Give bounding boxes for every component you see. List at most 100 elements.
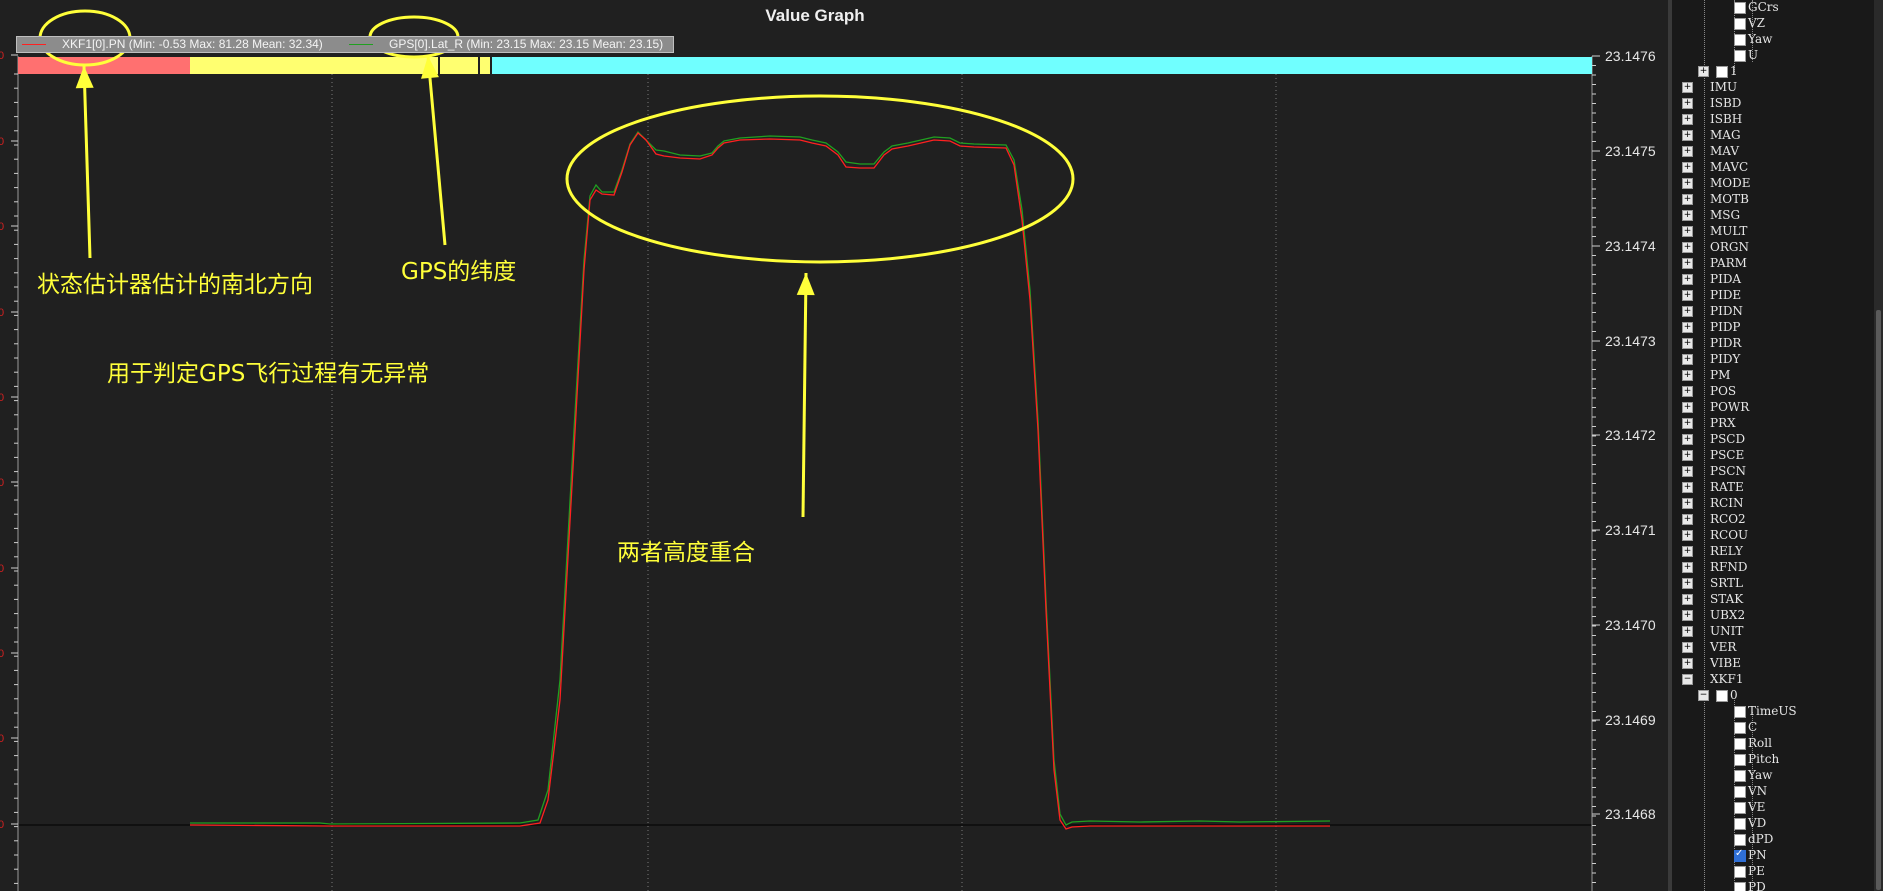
tree-expand-icon[interactable]: +: [1682, 578, 1693, 589]
tree-field-checkbox[interactable]: [1734, 2, 1746, 14]
tree-field-checkbox[interactable]: [1734, 834, 1746, 846]
tree-group-row[interactable]: + UBX2: [1672, 607, 1872, 623]
tree-field-checkbox[interactable]: [1734, 34, 1746, 46]
tree-scrollbar[interactable]: [1874, 0, 1883, 891]
tree-group-row[interactable]: + PIDE: [1672, 287, 1872, 303]
tree-group-row[interactable]: + ISBD: [1672, 95, 1872, 111]
tree-expand-icon[interactable]: +: [1682, 146, 1693, 157]
tree-expand-icon[interactable]: +: [1682, 450, 1693, 461]
tree-group-row[interactable]: + RELY: [1672, 543, 1872, 559]
tree-group-row[interactable]: + RCO2: [1672, 511, 1872, 527]
value-graph-panel[interactable]: 0000000000 23.1476 23.1475 23.1474 23.1473 2…: [0, 0, 1668, 891]
tree-field-checkbox[interactable]: [1734, 50, 1746, 62]
tree-field-checkbox[interactable]: [1734, 882, 1746, 891]
tree-expand-icon[interactable]: +: [1682, 114, 1693, 125]
tree-group-row[interactable]: + MSG: [1672, 207, 1872, 223]
tree-field-row[interactable]: Pitch: [1672, 751, 1872, 767]
tree-expand-icon[interactable]: +: [1682, 274, 1693, 285]
tree-field-row[interactable]: VD: [1672, 815, 1872, 831]
tree-field-row[interactable]: VE: [1672, 799, 1872, 815]
tree-field-row[interactable]: Yaw: [1672, 31, 1872, 47]
tree-group-row[interactable]: + PSCD: [1672, 431, 1872, 447]
tree-field-row[interactable]: C: [1672, 719, 1872, 735]
tree-field-row[interactable]: PD: [1672, 879, 1872, 891]
tree-group-row[interactable]: + STAK: [1672, 591, 1872, 607]
tree-expand-icon[interactable]: +: [1682, 530, 1693, 541]
tree-field-row[interactable]: PN: [1672, 847, 1872, 863]
tree-instance-row[interactable]: +1: [1672, 63, 1872, 79]
tree-expand-icon[interactable]: +: [1682, 402, 1693, 413]
tree-field-row[interactable]: Yaw: [1672, 767, 1872, 783]
tree-field-checkbox[interactable]: [1734, 722, 1746, 734]
tree-group-row[interactable]: + MODE: [1672, 175, 1872, 191]
tree-group-row[interactable]: + PIDP: [1672, 319, 1872, 335]
tree-field-checkbox[interactable]: [1734, 802, 1746, 814]
tree-collapse-icon[interactable]: −: [1698, 690, 1709, 701]
tree-field-checkbox[interactable]: [1734, 818, 1746, 830]
tree-group-row[interactable]: + MAG: [1672, 127, 1872, 143]
tree-field-row[interactable]: U: [1672, 47, 1872, 63]
tree-expand-icon[interactable]: +: [1682, 386, 1693, 397]
tree-instance-checkbox[interactable]: [1716, 690, 1728, 702]
tree-expand-icon[interactable]: +: [1682, 338, 1693, 349]
tree-expand-icon[interactable]: +: [1682, 226, 1693, 237]
tree-group-row[interactable]: + PSCE: [1672, 447, 1872, 463]
tree-group-row[interactable]: + PIDY: [1672, 351, 1872, 367]
tree-group-row[interactable]: + PIDA: [1672, 271, 1872, 287]
tree-field-row[interactable]: PE: [1672, 863, 1872, 879]
tree-expand-icon[interactable]: +: [1682, 162, 1693, 173]
tree-field-row[interactable]: GCrs: [1672, 0, 1872, 15]
tree-expand-icon[interactable]: +: [1682, 498, 1693, 509]
tree-expand-icon[interactable]: +: [1682, 178, 1693, 189]
tree-field-row[interactable]: dPD: [1672, 831, 1872, 847]
tree-field-checkbox[interactable]: [1734, 706, 1746, 718]
tree-group-row[interactable]: + RCIN: [1672, 495, 1872, 511]
tree-expand-icon[interactable]: +: [1682, 546, 1693, 557]
tree-field-row[interactable]: VN: [1672, 783, 1872, 799]
tree-field-checkbox[interactable]: [1734, 770, 1746, 782]
tree-expand-icon[interactable]: +: [1682, 258, 1693, 269]
tree-group-row[interactable]: − XKF1: [1672, 671, 1872, 687]
tree-expand-icon[interactable]: +: [1682, 642, 1693, 653]
tree-expand-icon[interactable]: +: [1682, 434, 1693, 445]
tree-group-row[interactable]: + MAVC: [1672, 159, 1872, 175]
tree-group-row[interactable]: + PIDR: [1672, 335, 1872, 351]
tree-field-checkbox-checked[interactable]: [1734, 848, 1746, 862]
tree-field-row[interactable]: Roll: [1672, 735, 1872, 751]
tree-expand-icon[interactable]: +: [1682, 610, 1693, 621]
tree-group-row[interactable]: + RFND: [1672, 559, 1872, 575]
tree-field-checkbox[interactable]: [1734, 754, 1746, 766]
tree-group-row[interactable]: + PM: [1672, 367, 1872, 383]
tree-expand-icon[interactable]: +: [1682, 210, 1693, 221]
tree-field-checkbox[interactable]: [1734, 738, 1746, 750]
tree-expand-icon[interactable]: +: [1682, 194, 1693, 205]
tree-expand-icon[interactable]: +: [1682, 658, 1693, 669]
tree-group-row[interactable]: + MAV: [1672, 143, 1872, 159]
tree-expand-icon[interactable]: +: [1682, 626, 1693, 637]
legend[interactable]: XKF1[0].PN (Min: -0.53 Max: 81.28 Mean: …: [16, 36, 674, 53]
tree-expand-icon[interactable]: +: [1682, 82, 1693, 93]
tree-expand-icon[interactable]: +: [1682, 130, 1693, 141]
plot-area[interactable]: 0000000000 23.147623.147523.147423.14732…: [0, 0, 1668, 891]
tree-expand-icon[interactable]: +: [1682, 482, 1693, 493]
tree-group-row[interactable]: + PARM: [1672, 255, 1872, 271]
tree-expand-icon[interactable]: +: [1682, 98, 1693, 109]
tree-group-row[interactable]: + MULT: [1672, 223, 1872, 239]
tree-group-row[interactable]: + VER: [1672, 639, 1872, 655]
tree-group-row[interactable]: + SRTL: [1672, 575, 1872, 591]
tree-group-row[interactable]: + VIBE: [1672, 655, 1872, 671]
tree-instance-row[interactable]: −0: [1672, 687, 1872, 703]
tree-group-row[interactable]: + POWR: [1672, 399, 1872, 415]
tree-field-checkbox[interactable]: [1734, 18, 1746, 30]
tree-group-row[interactable]: + RATE: [1672, 479, 1872, 495]
tree-expand-icon[interactable]: +: [1682, 354, 1693, 365]
tree-instance-checkbox[interactable]: [1716, 66, 1728, 78]
tree-group-row[interactable]: + PIDN: [1672, 303, 1872, 319]
tree-expand-icon[interactable]: +: [1682, 514, 1693, 525]
tree-field-checkbox[interactable]: [1734, 866, 1746, 878]
tree-expand-icon[interactable]: +: [1682, 594, 1693, 605]
tree-field-row[interactable]: VZ: [1672, 15, 1872, 31]
tree-group-row[interactable]: + POS: [1672, 383, 1872, 399]
tree-expand-icon[interactable]: +: [1682, 418, 1693, 429]
tree-group-row[interactable]: + RCOU: [1672, 527, 1872, 543]
